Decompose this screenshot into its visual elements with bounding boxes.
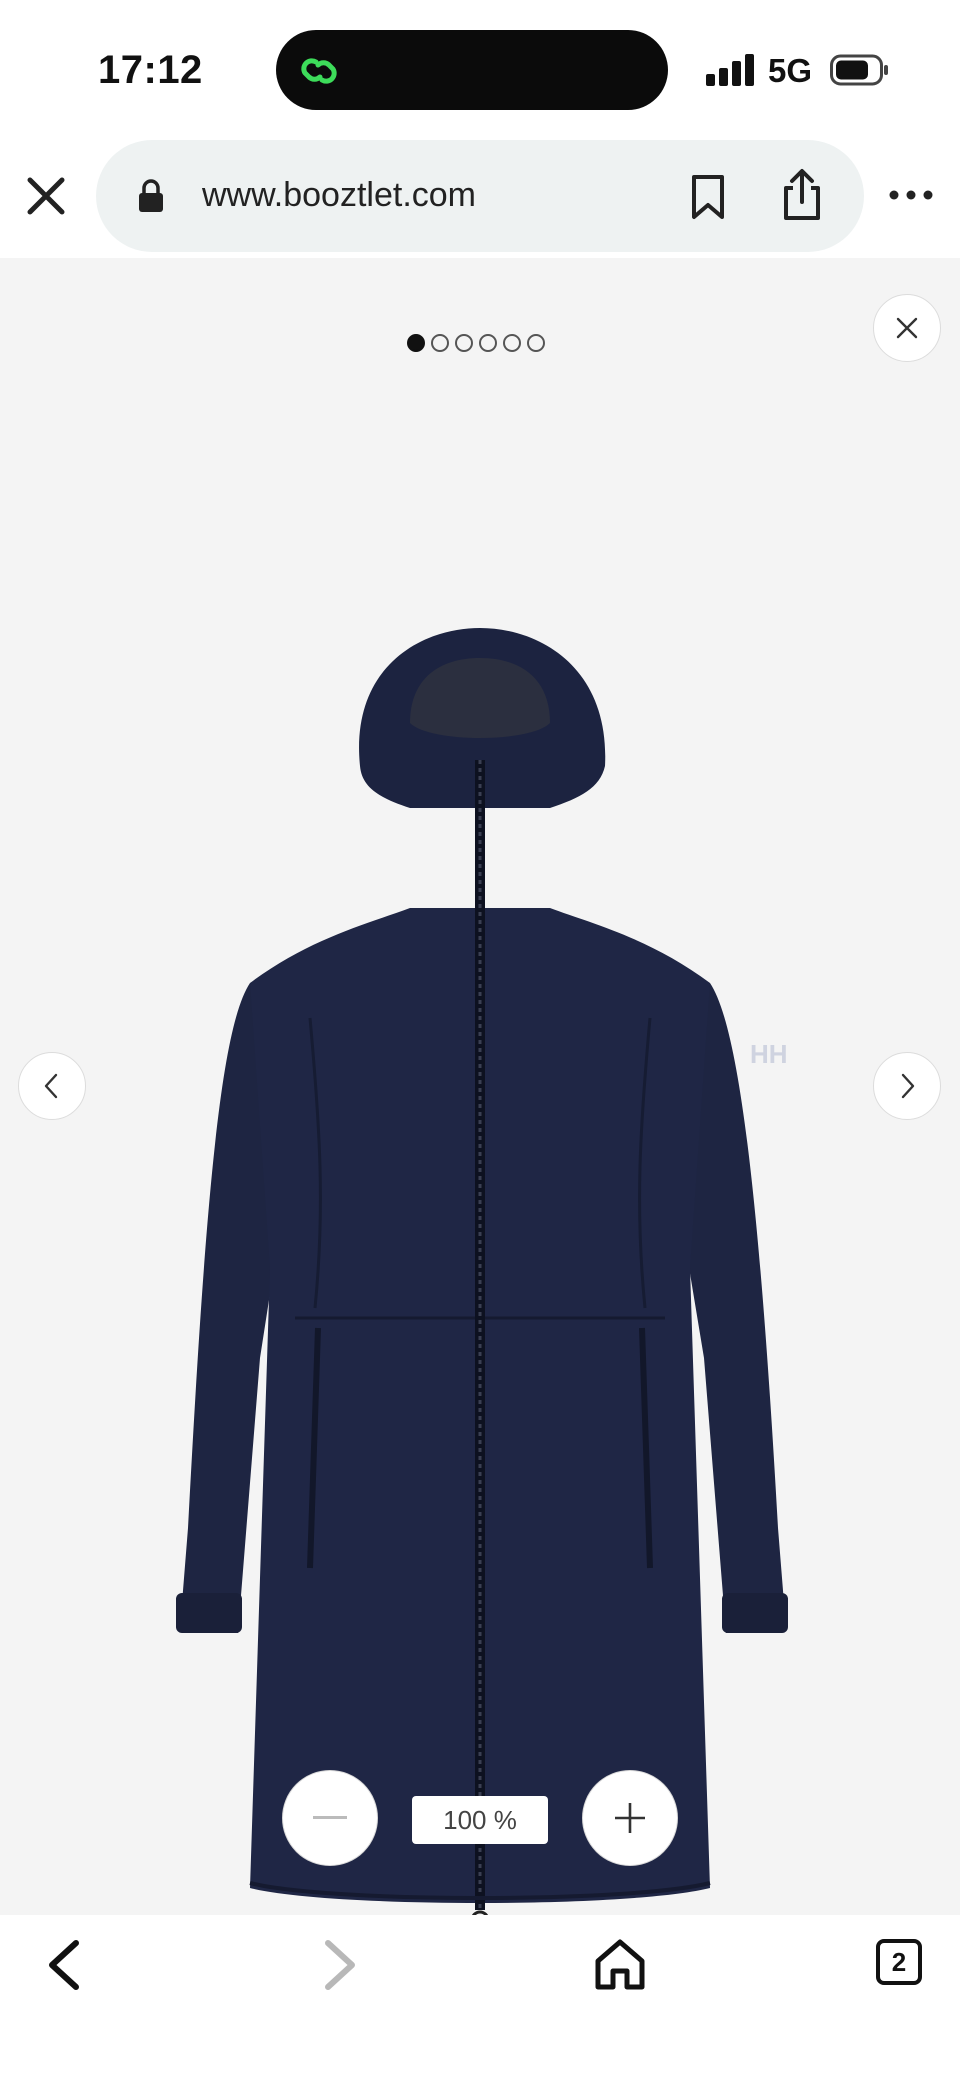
signal-icon [706,52,756,86]
plus-icon [615,1803,645,1833]
pagination-dot[interactable] [503,334,521,352]
image-gallery: HH 100 % [0,258,960,1930]
zoom-in-button[interactable] [582,1770,678,1866]
chevron-left-icon [44,1073,58,1099]
back-icon[interactable] [40,1937,86,1993]
minus-icon [313,1816,347,1819]
forward-icon[interactable] [318,1937,364,1993]
tabs-icon[interactable]: 2 [876,1939,922,1985]
pagination-dot[interactable] [527,334,545,352]
pagination-dot[interactable] [455,334,473,352]
address-bar-row: www.booztlet.com [0,130,960,258]
close-gallery-button[interactable] [873,294,941,362]
pagination-dot[interactable] [407,334,425,352]
browser-page: 17:12 5G www.booztlet.com HH 100 % 2 [0,0,960,2086]
link-icon [301,58,337,84]
chevron-right-icon [901,1073,915,1099]
lock-icon [139,179,163,212]
battery-icon [830,54,888,86]
zoom-controls: 100 % [0,1770,960,1870]
share-icon[interactable] [778,168,826,222]
dynamic-island [276,30,668,110]
bookmark-icon[interactable] [688,174,728,220]
browser-toolbar: 2 [0,1915,960,2086]
close-icon[interactable] [24,174,68,218]
more-icon[interactable] [888,182,934,208]
status-time: 17:12 [98,48,203,92]
svg-text:HH: HH [750,1039,788,1069]
product-image: HH [176,628,788,1930]
pagination-dot[interactable] [479,334,497,352]
previous-image-button[interactable] [18,1052,86,1120]
address-bar[interactable]: www.booztlet.com [96,140,864,252]
gallery-pagination [407,334,545,354]
zoom-out-button[interactable] [282,1770,378,1866]
pagination-dot[interactable] [431,334,449,352]
zoom-level: 100 % [412,1796,548,1844]
close-icon [896,317,918,339]
status-bar: 17:12 5G [0,0,960,130]
next-image-button[interactable] [873,1052,941,1120]
url-text[interactable]: www.booztlet.com [202,176,476,215]
home-icon[interactable] [594,1937,646,1991]
network-label: 5G [768,52,813,89]
